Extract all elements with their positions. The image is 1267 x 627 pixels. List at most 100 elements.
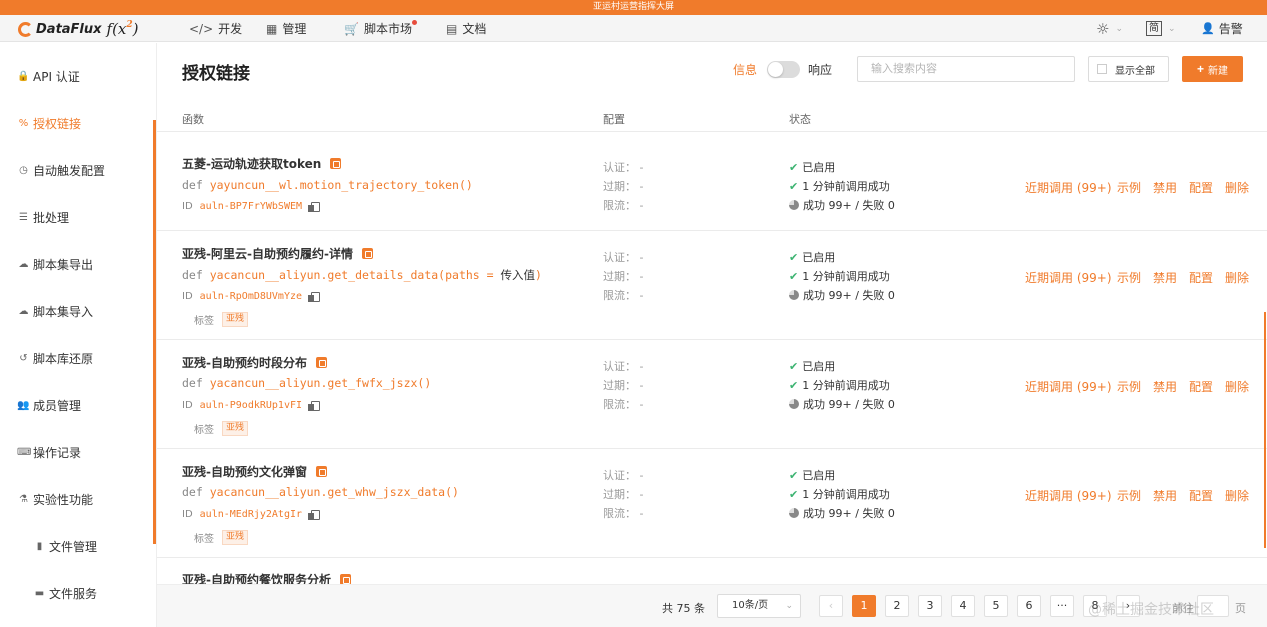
theme-switch[interactable]: ☼ ⌄	[1096, 19, 1123, 38]
recent-calls-link[interactable]: 近期调用 (99+)	[1025, 179, 1112, 196]
copy-icon[interactable]	[308, 291, 321, 302]
page-button[interactable]: 5	[984, 595, 1008, 617]
external-link-icon[interactable]	[330, 158, 342, 169]
sidebar-item-crontab[interactable]: ◷ 自动触发配置	[17, 162, 105, 178]
sidebar-item-export[interactable]: ☁ 脚本集导出	[17, 256, 94, 272]
cfg-expire: 过期： -	[603, 180, 644, 193]
sidebar-item-recover[interactable]: ↺ 脚本库还原	[17, 350, 93, 366]
recent-calls-link[interactable]: 近期调用 (99+)	[1025, 378, 1112, 395]
external-link-icon[interactable]	[315, 357, 327, 368]
nav-market[interactable]: 🛒 脚本市场	[344, 20, 417, 37]
table-row: 亚残-自助预约餐饮服务分析	[157, 557, 1267, 584]
checkbox-icon	[1097, 64, 1107, 74]
example-link[interactable]: 示例	[1117, 487, 1141, 504]
delete-link[interactable]: 删除	[1225, 378, 1249, 395]
logo-mark-icon	[18, 21, 33, 37]
user-icon: 👤	[1201, 22, 1215, 35]
status-enabled: ✔ 已启用	[789, 250, 836, 265]
disable-link[interactable]: 禁用	[1153, 487, 1177, 504]
cart-icon: 🛒	[344, 21, 359, 36]
sidebar-item-file-manager[interactable]: ▮ 文件管理	[33, 538, 97, 554]
app-logo[interactable]: DataFlux f(x2)	[18, 18, 139, 40]
func-id: ID auln-RpOmD8UVmYze	[182, 291, 321, 302]
delete-link[interactable]: 删除	[1225, 487, 1249, 504]
func-def: def yacancun__aliyun.get_details_data(pa…	[182, 268, 542, 282]
example-link[interactable]: 示例	[1117, 179, 1141, 196]
new-button[interactable]: + 新建	[1182, 56, 1243, 82]
example-link[interactable]: 示例	[1117, 269, 1141, 286]
disable-link[interactable]: 禁用	[1153, 179, 1177, 196]
cfg-expire: 过期： -	[603, 488, 644, 501]
pie-chart-icon	[789, 508, 799, 518]
copy-icon[interactable]	[308, 201, 321, 212]
sidebar-item-batch[interactable]: ☰ 批处理	[17, 209, 69, 225]
chevron-down-icon: ⌄	[785, 601, 793, 611]
config-link[interactable]: 配置	[1189, 269, 1213, 286]
status-counts: 成功 99+ / 失败 0	[789, 505, 895, 521]
external-link-icon[interactable]	[315, 466, 327, 477]
right-scrollbar[interactable]	[1264, 312, 1266, 548]
recent-calls-link[interactable]: 近期调用 (99+)	[1025, 487, 1112, 504]
lock-icon: 🔒	[17, 70, 30, 82]
table-row: 亚残-自助预约时段分布 def yacancun__aliyun.get_fwf…	[157, 339, 1267, 448]
status-last-call: ✔ 1 分钟前调用成功	[789, 179, 890, 194]
func-title: 五菱-运动轨迹获取token	[182, 155, 342, 172]
config-link[interactable]: 配置	[1189, 378, 1213, 395]
sidebar-item-auth-link[interactable]: % 授权链接	[17, 115, 81, 131]
plus-icon: +	[1196, 62, 1204, 76]
sidebar-item-api-auth[interactable]: 🔒 API 认证	[17, 68, 80, 84]
delete-link[interactable]: 删除	[1225, 179, 1249, 196]
user-menu[interactable]: 👤 告警	[1201, 20, 1243, 37]
main-content: 授权链接 信息 响应 显示全部 + 新建 函数 配置 状态 五菱-运动轨迹获取t…	[157, 43, 1267, 627]
prev-page-button[interactable]: ‹	[819, 595, 843, 617]
sidebar-item-file-service[interactable]: ▬ 文件服务	[33, 585, 97, 601]
page-button[interactable]: 6	[1017, 595, 1041, 617]
nav-manage[interactable]: ▦ 管理	[266, 20, 306, 37]
page-button[interactable]: 1	[852, 595, 876, 617]
nav-docs[interactable]: ▤ 文档	[446, 20, 486, 37]
func-tags: 标签 亚残	[194, 530, 249, 545]
page-button[interactable]: 4	[951, 595, 975, 617]
tag-chip[interactable]: 亚残	[222, 312, 249, 327]
check-icon: ✔	[789, 250, 799, 264]
table-row: 亚残-阿里云-自助预约履约-详情 def yacancun__aliyun.ge…	[157, 230, 1267, 339]
sidebar-item-operation-log[interactable]: ⌨ 操作记录	[17, 444, 81, 460]
external-link-icon[interactable]	[339, 574, 351, 584]
copy-icon[interactable]	[308, 509, 321, 520]
disable-link[interactable]: 禁用	[1153, 269, 1177, 286]
example-link[interactable]: 示例	[1117, 378, 1141, 395]
check-icon: ✔	[789, 359, 799, 373]
link-icon: %	[18, 117, 29, 129]
info-response-switch[interactable]	[767, 61, 801, 78]
sidebar-item-experimental[interactable]: ⚗ 实验性功能	[17, 491, 93, 507]
sidebar-item-members[interactable]: 👥 成员管理	[17, 397, 81, 413]
page-size-select[interactable]: 10条/页 ⌄	[717, 594, 801, 618]
copy-icon[interactable]	[308, 400, 321, 411]
history-icon: ↺	[19, 352, 28, 364]
page-button[interactable]: 3	[918, 595, 942, 617]
sidebar-scroll-indicator	[153, 120, 156, 544]
sun-icon: ☼	[1096, 19, 1110, 38]
config-link[interactable]: 配置	[1189, 487, 1213, 504]
disable-link[interactable]: 禁用	[1153, 378, 1177, 395]
status-counts: 成功 99+ / 失败 0	[789, 287, 895, 303]
flask-icon: ⚗	[19, 493, 28, 505]
config-link[interactable]: 配置	[1189, 179, 1213, 196]
show-all-checkbox[interactable]: 显示全部	[1088, 56, 1169, 82]
watermark: @稀土掘金技术社区	[1088, 602, 1214, 618]
tag-chip[interactable]: 亚残	[222, 421, 249, 436]
tag-chip[interactable]: 亚残	[222, 530, 249, 545]
search-input[interactable]	[857, 56, 1075, 82]
cfg-expire: 过期： -	[603, 270, 644, 283]
language-switch[interactable]: 简 ⌄	[1146, 20, 1176, 37]
recent-calls-link[interactable]: 近期调用 (99+)	[1025, 269, 1112, 286]
sidebar-item-import[interactable]: ☁ 脚本集导入	[17, 303, 94, 319]
page-ellipsis[interactable]: ···	[1050, 595, 1074, 617]
cfg-throttle: 限流： -	[603, 289, 644, 302]
external-link-icon[interactable]	[361, 248, 373, 259]
nav-dev[interactable]: </> 开发	[189, 20, 242, 37]
page-button[interactable]: 2	[885, 595, 909, 617]
cfg-throttle: 限流： -	[603, 507, 644, 520]
cloud-download-icon: ☁	[18, 258, 29, 270]
delete-link[interactable]: 删除	[1225, 269, 1249, 286]
